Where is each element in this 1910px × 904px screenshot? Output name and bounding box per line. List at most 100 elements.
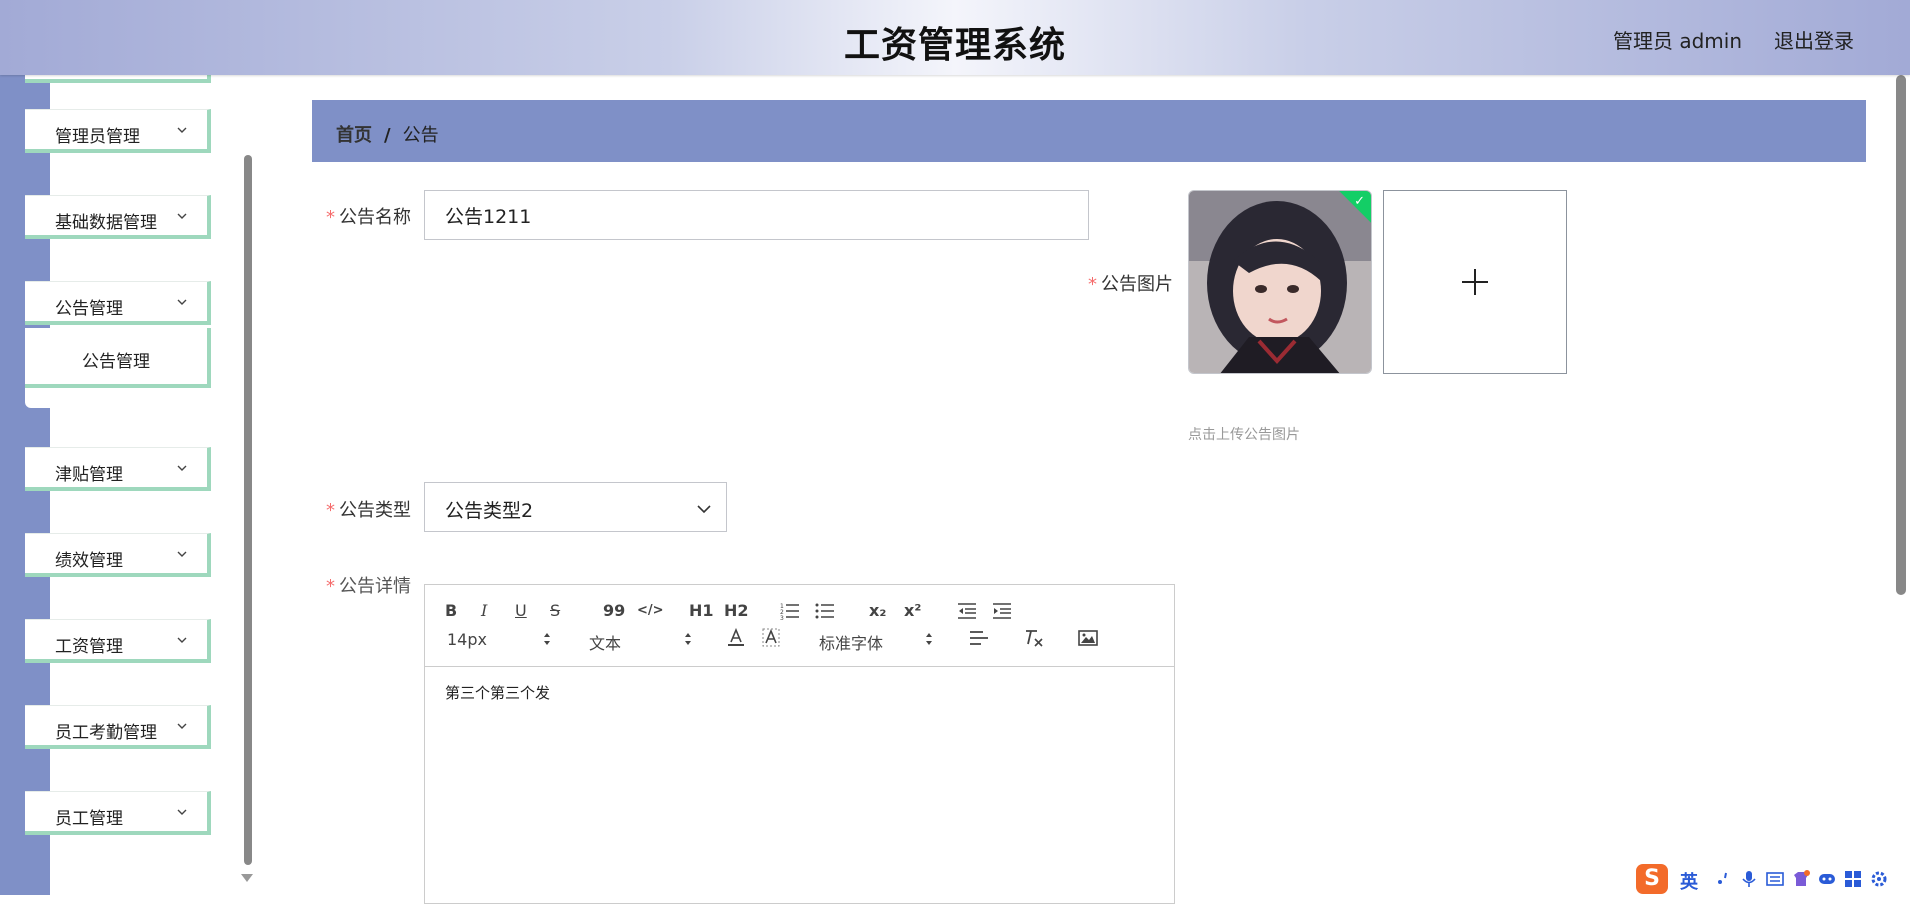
bullet-list-icon[interactable] <box>815 602 835 620</box>
svg-text:3: 3 <box>780 615 784 620</box>
notice-detail-label: * 公告详情 <box>326 572 411 598</box>
h2-button[interactable]: H2 <box>724 602 749 620</box>
chevron-down-icon <box>177 299 187 305</box>
chevron-down-icon <box>177 213 187 219</box>
code-block-button[interactable]: </> <box>637 602 664 620</box>
chevron-down-icon <box>177 127 187 133</box>
indent-icon[interactable] <box>992 602 1012 620</box>
punctuation-icon[interactable] <box>1714 870 1732 888</box>
current-user: 管理员 admin <box>1612 29 1742 53</box>
label-text: 公告图片 <box>1101 274 1173 295</box>
settings-gear-icon[interactable] <box>1870 870 1888 888</box>
required-mark: * <box>326 500 335 521</box>
sidebar-item-performance[interactable]: 绩效管理 <box>25 533 211 577</box>
blockquote-button[interactable]: 99 <box>603 602 625 620</box>
ordered-list-icon[interactable]: 123 <box>780 602 800 620</box>
sidebar-item-attendance[interactable]: 员工考勤管理 <box>25 705 211 749</box>
text-format-picker[interactable]: 文本 <box>589 630 621 654</box>
italic-button[interactable]: I <box>481 602 487 620</box>
notice-name-label: * 公告名称 <box>326 203 411 229</box>
sidebar-item-label: 管理员管理 <box>55 127 140 147</box>
skin-icon[interactable] <box>1792 870 1810 888</box>
editor-toolbar: B I U S 99 </> H1 H2 123 x₂ x² 14px 文本 标… <box>425 585 1174 667</box>
logout-button[interactable]: 退出登录 <box>1774 25 1854 54</box>
microphone-icon[interactable] <box>1740 870 1758 888</box>
sidebar-item-label: 基础数据管理 <box>55 213 157 233</box>
sidebar-item-partial[interactable] <box>25 75 211 83</box>
insert-image-icon[interactable] <box>1078 630 1098 646</box>
sidebar-item-salary[interactable]: 工资管理 <box>25 619 211 663</box>
ime-logo[interactable]: S <box>1636 864 1668 894</box>
image-upload-button[interactable] <box>1383 190 1567 374</box>
gamepad-icon[interactable] <box>1818 870 1836 888</box>
h1-button[interactable]: H1 <box>689 602 714 620</box>
sidebar-item-admin[interactable]: 管理员管理 <box>25 109 211 153</box>
keyboard-icon[interactable] <box>1766 870 1784 888</box>
chevron-down-icon <box>177 723 187 729</box>
notice-type-select[interactable]: 公告类型2 <box>424 482 727 532</box>
subscript-button[interactable]: x₂ <box>869 602 886 620</box>
scroll-down-arrow-icon[interactable] <box>241 874 253 882</box>
sidebar-item-base-data[interactable]: 基础数据管理 <box>25 195 211 239</box>
required-mark: * <box>326 207 335 228</box>
breadcrumb-current: 公告 <box>402 125 439 146</box>
strike-button[interactable]: S <box>550 602 560 620</box>
sidebar-item-notice[interactable]: 公告管理 <box>25 281 211 325</box>
plus-icon <box>1462 269 1488 295</box>
required-mark: * <box>1088 274 1097 295</box>
label-text: 公告类型 <box>339 500 411 521</box>
sidebar-item-label: 公告管理 <box>55 299 123 319</box>
sidebar-item-label: 员工考勤管理 <box>55 723 157 743</box>
toolbox-icon[interactable] <box>1844 870 1862 888</box>
sidebar-item-label: 工资管理 <box>55 637 123 657</box>
notice-type-value: 公告类型2 <box>445 500 534 522</box>
sidebar-item-allowance[interactable]: 津贴管理 <box>25 447 211 491</box>
sidebar: 管理员管理 基础数据管理 公告管理 公告管理 津贴管理 绩效管理 工资管理 员工… <box>0 75 255 895</box>
bold-button[interactable]: B <box>445 602 457 620</box>
font-color-icon[interactable] <box>727 628 745 648</box>
chevron-down-icon <box>697 505 711 514</box>
sidebar-scrollbar-thumb[interactable] <box>244 155 252 865</box>
label-text: 公告名称 <box>339 207 411 228</box>
chevron-down-icon <box>177 809 187 815</box>
notice-type-label: * 公告类型 <box>326 496 411 522</box>
chevron-down-icon <box>177 637 187 643</box>
align-left-icon[interactable] <box>969 630 989 646</box>
font-size-picker[interactable]: 14px <box>447 630 487 649</box>
submenu-item-label: 公告管理 <box>82 352 150 372</box>
ime-mode-toggle[interactable]: 英 <box>1680 868 1698 894</box>
sidebar-item-label: 绩效管理 <box>55 551 123 571</box>
sidebar-item-employee[interactable]: 员工管理 <box>25 791 211 835</box>
ime-toolbar: S 英 <box>1632 862 1910 895</box>
picker-arrows-icon <box>685 633 691 645</box>
label-text: 公告详情 <box>339 576 411 597</box>
portrait-photo <box>1189 191 1371 373</box>
sidebar-item-label: 员工管理 <box>55 809 123 829</box>
notice-submenu: 公告管理 <box>25 328 215 408</box>
notice-image-label: * 公告图片 <box>1088 270 1173 296</box>
uploaded-image-thumbnail[interactable]: ✓ <box>1188 190 1372 374</box>
outdent-icon[interactable] <box>957 602 977 620</box>
breadcrumb: 首页 / 公告 <box>336 121 439 147</box>
rich-text-editor: B I U S 99 </> H1 H2 123 x₂ x² 14px 文本 标… <box>424 584 1175 904</box>
breadcrumb-separator: / <box>384 125 391 146</box>
sidebar-item-label: 津贴管理 <box>55 465 123 485</box>
top-header: 工资管理系统 管理员 admin 退出登录 <box>0 0 1910 75</box>
chevron-down-icon <box>177 551 187 557</box>
submenu-item-notice-manage[interactable]: 公告管理 <box>25 328 211 388</box>
clear-format-icon[interactable] <box>1023 628 1045 648</box>
image-upload-hint: 点击上传公告图片 <box>1188 427 1300 443</box>
editor-content[interactable]: 第三个第三个发 <box>445 682 550 703</box>
picker-arrows-icon <box>544 633 550 645</box>
notice-name-input[interactable] <box>424 190 1089 240</box>
chevron-down-icon <box>177 465 187 471</box>
check-icon: ✓ <box>1354 194 1365 209</box>
underline-button[interactable]: U <box>515 602 527 620</box>
picker-arrows-icon <box>926 633 932 645</box>
superscript-button[interactable]: x² <box>904 602 921 620</box>
page-scrollbar-thumb[interactable] <box>1896 75 1906 595</box>
font-family-picker[interactable]: 标准字体 <box>819 630 883 654</box>
background-color-icon[interactable] <box>762 628 780 648</box>
required-mark: * <box>326 576 335 597</box>
breadcrumb-home[interactable]: 首页 <box>336 125 372 146</box>
